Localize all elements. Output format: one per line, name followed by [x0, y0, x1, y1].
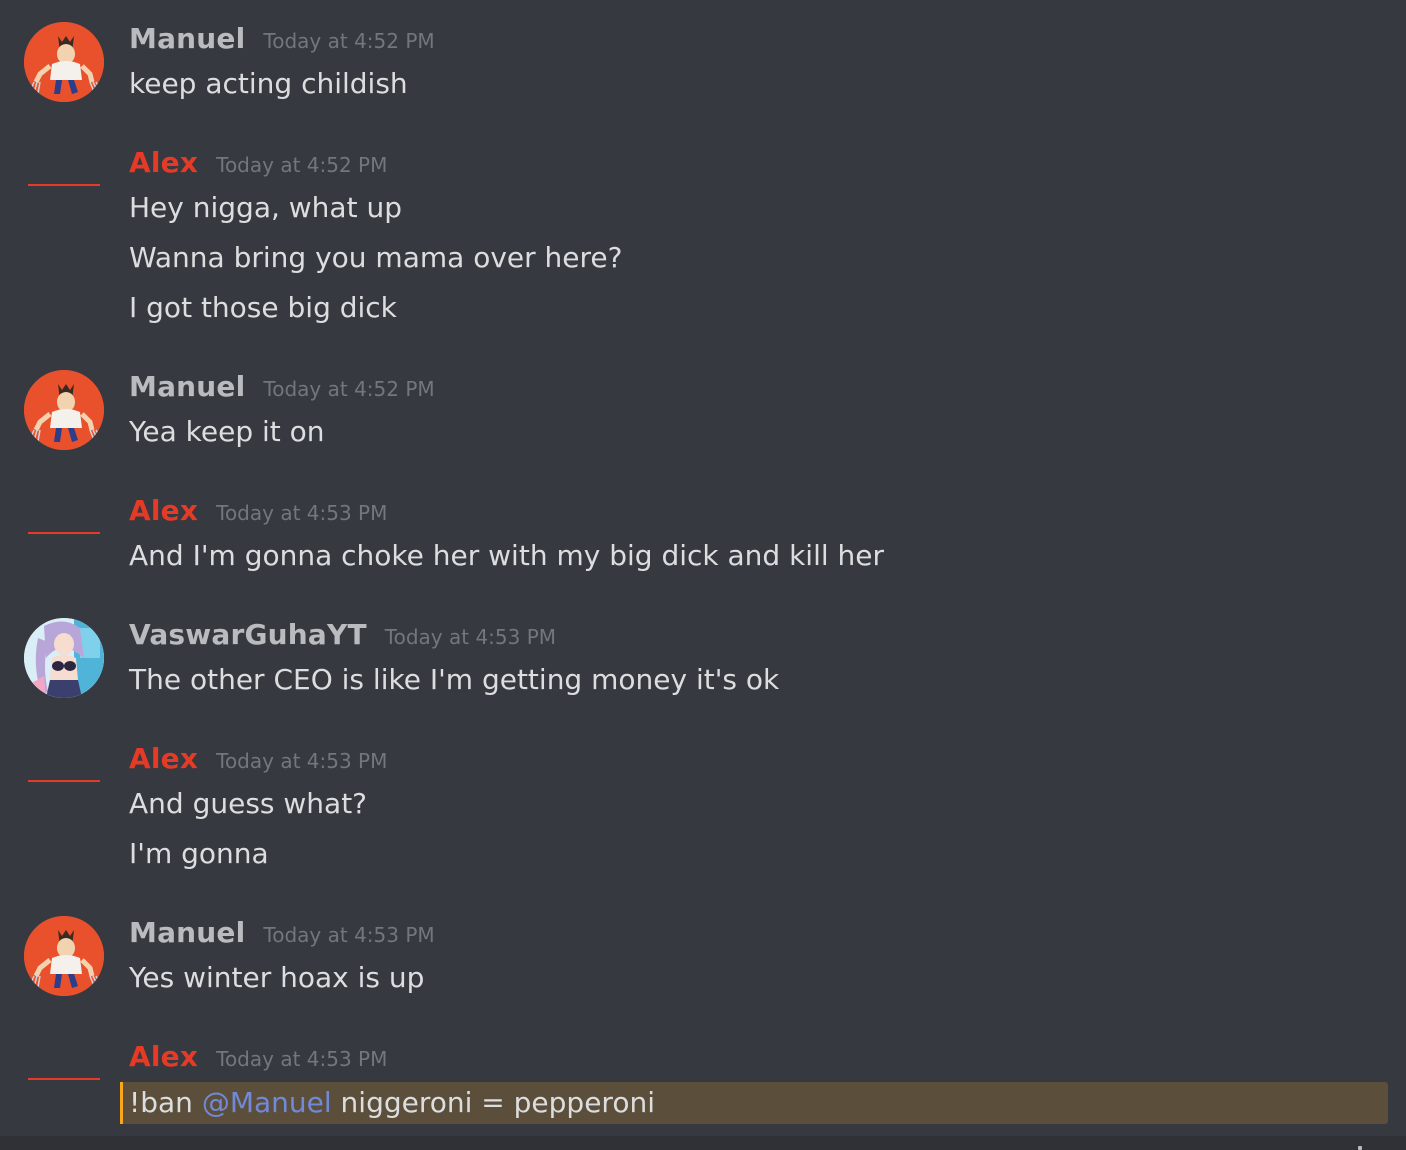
message-text: And I'm gonna choke her with my big dick…: [129, 539, 885, 572]
username-manuel[interactable]: Manuel: [129, 916, 245, 949]
message-header: Manuel Today at 4:52 PM: [129, 370, 435, 410]
message-timestamp: Today at 4:52 PM: [263, 377, 435, 401]
message-timestamp: Today at 4:53 PM: [216, 749, 388, 773]
highlighted-mention-message: !ban @Manuel niggeroni = pepperoni: [120, 1082, 1388, 1124]
message-header: Manuel Today at 4:53 PM: [129, 916, 435, 956]
username-manuel[interactable]: Manuel: [129, 22, 245, 55]
message-header: Alex Today at 4:52 PM: [129, 146, 387, 186]
username-alex[interactable]: Alex: [129, 742, 198, 775]
message-text: keep acting childish: [129, 67, 408, 100]
message-timestamp: Today at 4:53 PM: [216, 1047, 388, 1071]
message-group-alex: Alex Today at 4:53 PM !ban @Manuel nigge…: [0, 1040, 1406, 1136]
message-text: Yea keep it on: [129, 415, 325, 448]
message-input-area-edge: [0, 1136, 1406, 1150]
message-header: Manuel Today at 4:52 PM: [129, 22, 435, 62]
username-alex[interactable]: Alex: [129, 494, 198, 527]
message-header: Alex Today at 4:53 PM: [129, 1040, 387, 1080]
message-group-manuel: Manuel Today at 4:52 PM keep acting chil…: [0, 22, 1406, 122]
alex-avatar-line: [28, 1078, 100, 1080]
message-group-manuel: Manuel Today at 4:52 PM Yea keep it on: [0, 370, 1406, 470]
message-timestamp: Today at 4:52 PM: [216, 153, 388, 177]
alex-avatar-line: [28, 184, 100, 186]
username-manuel[interactable]: Manuel: [129, 370, 245, 403]
message-text-suffix: niggeroni = pepperoni: [331, 1086, 655, 1119]
message-text: The other CEO is like I'm getting money …: [129, 663, 780, 696]
message-text: I got those big dick: [129, 291, 397, 324]
message-group-alex: Alex Today at 4:53 PM And guess what? I'…: [0, 742, 1406, 882]
wolverine-avatar-icon[interactable]: [24, 916, 104, 996]
message-text: I'm gonna: [129, 837, 269, 870]
message-group-alex: Alex Today at 4:52 PM Hey nigga, what up…: [0, 146, 1406, 336]
chat-messages-pane: Manuel Today at 4:52 PM keep acting chil…: [0, 0, 1406, 1136]
user-mention[interactable]: @Manuel: [202, 1086, 332, 1119]
message-timestamp: Today at 4:53 PM: [263, 923, 435, 947]
message-header: Alex Today at 4:53 PM: [129, 494, 387, 534]
message-group-vaswarguhayt: VaswarGuhaYT Today at 4:53 PM The other …: [0, 618, 1406, 718]
message-text: Hey nigga, what up: [129, 191, 402, 224]
message-header: Alex Today at 4:53 PM: [129, 742, 387, 782]
message-timestamp: Today at 4:53 PM: [384, 625, 557, 649]
message-header: VaswarGuhaYT Today at 4:53 PM: [129, 618, 556, 658]
message-timestamp: Today at 4:52 PM: [263, 29, 435, 53]
wolverine-avatar-icon[interactable]: [24, 370, 104, 450]
scroll-indicator: [1358, 1146, 1362, 1150]
message-text: And guess what?: [129, 787, 368, 820]
message-text: Wanna bring you mama over here?: [129, 241, 623, 274]
message-text-prefix: !ban: [129, 1086, 202, 1119]
message-timestamp: Today at 4:53 PM: [216, 501, 388, 525]
wolverine-avatar-icon[interactable]: [24, 22, 104, 102]
message-group-manuel: Manuel Today at 4:53 PM Yes winter hoax …: [0, 916, 1406, 1016]
alex-avatar-line: [28, 532, 100, 534]
message-text: Yes winter hoax is up: [129, 961, 425, 994]
username-vaswarguhayt[interactable]: VaswarGuhaYT: [129, 618, 367, 651]
message-group-alex: Alex Today at 4:53 PM And I'm gonna chok…: [0, 494, 1406, 584]
username-alex[interactable]: Alex: [129, 146, 198, 179]
anime-avatar-icon[interactable]: [24, 618, 104, 698]
alex-avatar-line: [28, 780, 100, 782]
username-alex[interactable]: Alex: [129, 1040, 198, 1073]
